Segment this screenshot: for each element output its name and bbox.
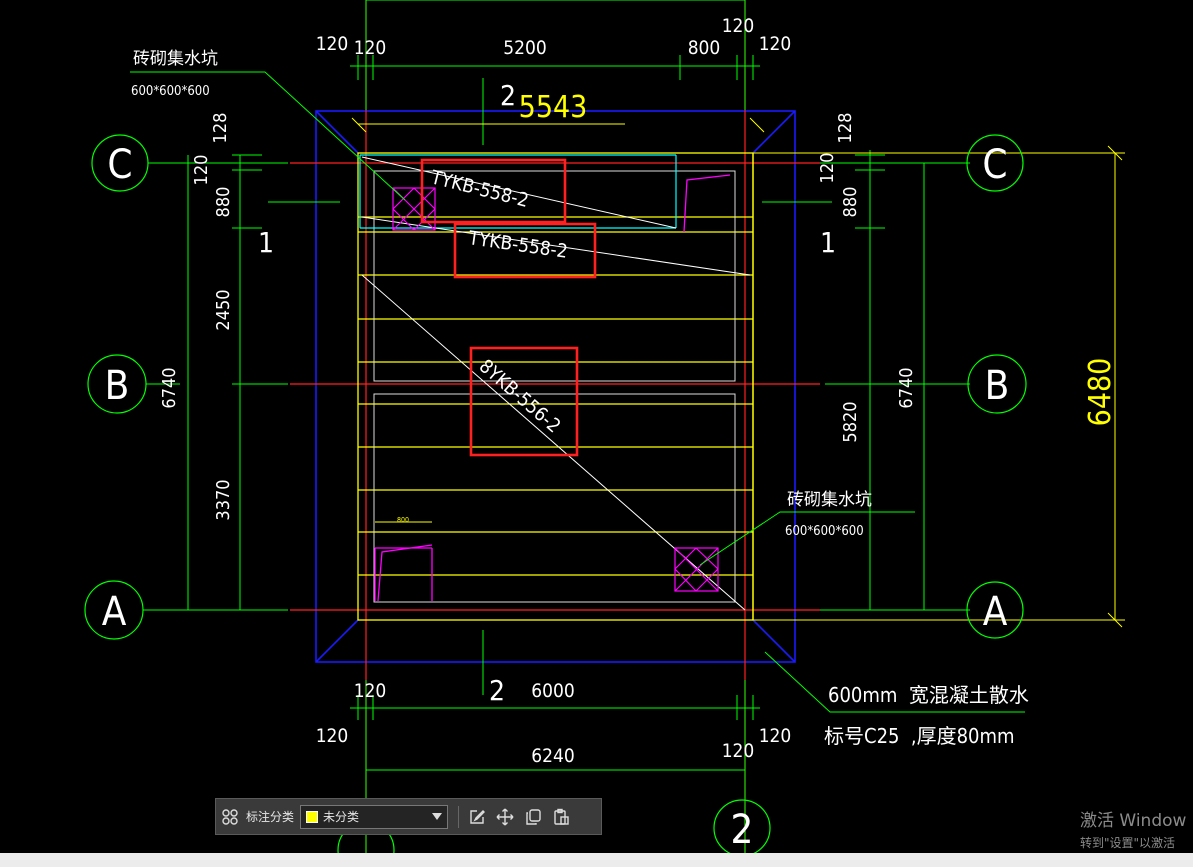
category-value: 未分类: [323, 810, 360, 824]
dim-right-6740: 6740: [896, 367, 917, 408]
note-pit-bottom-title: 砖砌集水坑: [787, 490, 872, 510]
grid-icon: [222, 808, 238, 825]
paste-icon: [554, 808, 569, 825]
note-apron-line1: 600mm 宽混凝土散水: [828, 683, 1029, 707]
axis-label-b-right: B: [985, 363, 1010, 409]
move-icon: [496, 808, 514, 825]
dim-top-800: 800: [688, 37, 721, 59]
category-dropdown[interactable]: 未分类: [300, 804, 449, 829]
copy-icon: [526, 808, 541, 825]
bottom-status-bar: [0, 853, 1193, 867]
dim-left-880: 880: [213, 187, 234, 218]
category-label: 标注分类: [246, 810, 295, 824]
dim-left-3370: 3370: [213, 479, 234, 520]
dim-top-120c: 120: [722, 15, 755, 37]
dim-top-5200: 5200: [503, 37, 547, 59]
dropdown-arrow-icon: [432, 812, 443, 820]
edit-icon: [470, 809, 486, 824]
dim-right-5820: 5820: [840, 401, 861, 442]
dim-right-128: 128: [835, 113, 856, 144]
dim-bottom-120d: 120: [759, 725, 792, 747]
dim-bottom-120c: 120: [722, 740, 755, 762]
dim-bottom-120b: 120: [316, 725, 349, 747]
annotation-toolbar: 标注分类 未分类: [215, 798, 602, 835]
note-apron-line2: 标号C25 ,厚度80mm: [824, 724, 1015, 748]
axis-label-c-right: C: [982, 142, 1007, 188]
dim-bottom-120a: 120: [354, 680, 387, 702]
dim-right-880: 880: [840, 187, 861, 218]
dim-left-2450: 2450: [213, 289, 234, 330]
activation-watermark-hint: 转到"设置"以激活: [1080, 836, 1176, 850]
section-mark-1-left: 1: [258, 226, 274, 259]
copy-button[interactable]: [519, 803, 547, 831]
note-pit-top-size: 600*600*600: [131, 84, 210, 99]
slab-label-1: TYKB-558-2: [428, 166, 531, 212]
edit-button[interactable]: [463, 803, 491, 831]
dim-top-120b: 120: [354, 37, 387, 59]
activation-watermark-title: 激活 Window: [1080, 811, 1187, 831]
axis-label-b-left: B: [105, 363, 130, 409]
dim-bottom-6240: 6240: [531, 745, 575, 767]
room-outlines: [373, 170, 736, 603]
grid-view-button[interactable]: [216, 803, 244, 831]
note-pit-bottom-size: 600*600*600: [785, 524, 864, 539]
dim-right-6480: 6480: [1083, 358, 1118, 427]
dim-left-6740: 6740: [159, 367, 180, 408]
dim-left-120: 120: [191, 155, 212, 186]
note-pit-top-title: 砖砌集水坑: [133, 49, 218, 69]
section-mark-1-right: 1: [820, 226, 836, 259]
dim-bottom-6000: 6000: [531, 680, 575, 702]
dim-right-120: 120: [817, 153, 838, 184]
axis-label-2: 2: [731, 807, 754, 853]
dim-top-120a: 120: [316, 33, 349, 55]
move-button[interactable]: [491, 803, 519, 831]
category-color-swatch: [306, 810, 319, 823]
cad-drawing-canvas[interactable]: C B A C B A 2 1 1 2 2 120 120 5200 800 1…: [0, 0, 1193, 853]
section-mark-2-top: 2: [500, 79, 516, 112]
dim-top-120d: 120: [759, 33, 792, 55]
axis-label-a-right: A: [983, 589, 1008, 635]
dim-left-128: 128: [210, 113, 231, 144]
slab-label-3: 8YKB-556-2: [475, 355, 565, 437]
section-mark-2-bottom: 2: [489, 674, 505, 707]
apron-outline: [315, 110, 796, 663]
note-small-800: 800: [397, 516, 409, 524]
water-pit-bottom: [674, 547, 719, 592]
toolbar-divider: [458, 805, 460, 828]
axis-label-a-left: A: [102, 589, 127, 635]
dim-top-5543: 5543: [519, 90, 588, 125]
paste-button[interactable]: [547, 803, 575, 831]
axis-label-c-left: C: [107, 142, 132, 188]
